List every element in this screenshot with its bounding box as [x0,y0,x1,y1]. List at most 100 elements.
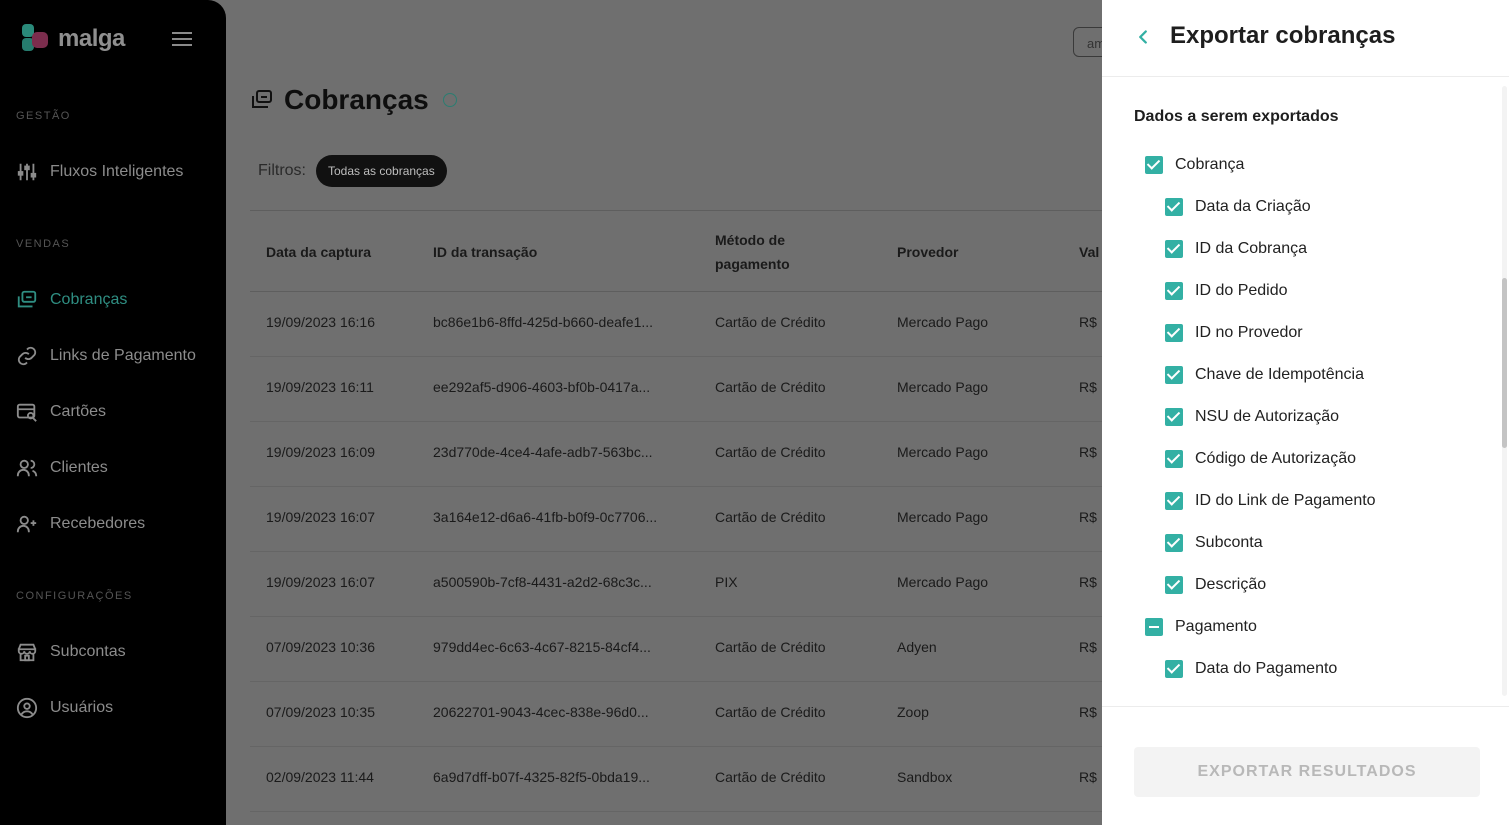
checkbox-field[interactable]: ID do Pedido [1165,282,1288,300]
table-row[interactable]: 19/09/2023 16:11 ee292af5-d906-4603-bf0b-… [250,357,1102,422]
table-row[interactable]: 07/09/2023 10:35 20622701-9043-4cec-838e-… [250,682,1102,747]
table-cell: 19/09/2023 16:07 [266,574,375,590]
sidebar-item-label: Recebedores [50,515,146,532]
table-cell: PIX [715,574,738,590]
users-icon [16,459,38,477]
logo-mark-icon [22,24,50,54]
checkbox-checked-icon[interactable] [1165,450,1183,468]
table-cell: bc86e1b6-8ffd-425d-b660-deafe1... [433,314,654,330]
sidebar-item-cartoes[interactable]: Cartões [16,397,216,427]
table-cell: 23d770de-4ce4-4afe-adb7-563bc... [433,444,653,460]
checkbox-indeterminate-icon[interactable] [1145,618,1163,636]
table-cell: 19/09/2023 16:16 [266,314,375,330]
checkbox-checked-icon[interactable] [1165,534,1183,552]
col-header-value[interactable]: Val [1079,240,1099,264]
table-cell: R$ [1079,639,1097,655]
table-cell: Cartão de Crédito [715,639,826,655]
table-cell: Mercado Pago [897,444,989,460]
table-cell: 19/09/2023 16:09 [266,444,375,460]
table-cell: Cartão de Crédito [715,314,826,330]
filter-pill-all[interactable]: Todas as cobranças [316,155,447,187]
table-cell: Mercado Pago [897,379,989,395]
checkbox-checked-icon[interactable] [1165,240,1183,258]
checkbox-field[interactable]: ID no Provedor [1165,324,1303,342]
checkbox-checked-icon[interactable] [1165,198,1183,216]
table-row[interactable]: 19/09/2023 16:07 a500590b-7cf8-4431-a2d2-… [250,552,1102,617]
checkbox-field[interactable]: Data do Pagamento [1165,660,1337,678]
checkbox-field[interactable]: Chave de Idempotência [1165,366,1364,384]
export-results-button[interactable]: EXPORTAR RESULTADOS [1134,747,1480,797]
checkbox-group-cobranca[interactable]: Cobrança [1145,156,1244,174]
sidebar-item-links[interactable]: Links de Pagamento [16,341,216,371]
filters-bar: Filtros: Todas as cobranças [258,155,447,187]
table-row[interactable]: 02/09/2023 11:44 6a9d7dff-b07f-4325-82f5-… [250,747,1102,812]
checkbox-label: Subconta [1195,534,1263,551]
table-cell: 02/09/2023 11:44 [266,769,374,785]
table-cell: Cartão de Crédito [715,444,826,460]
col-header-method[interactable]: Método de pagamento [715,228,825,276]
sidebar-item-recebedores[interactable]: Recebedores [16,509,216,539]
checkbox-checked-icon[interactable] [1165,660,1183,678]
sidebar-item-fluxos[interactable]: Fluxos Inteligentes [16,157,216,187]
sidebar: malga GESTÃO Fluxos Inteligentes VENDAS … [0,0,226,825]
scroll-thumb[interactable] [1502,278,1507,448]
logo[interactable]: malga [22,24,125,54]
checkbox-field[interactable]: NSU de Autorização [1165,408,1339,426]
drawer-body: Dados a serem exportados Cobrança Data da… [1102,78,1509,706]
table-row[interactable]: 19/09/2023 16:09 23d770de-4ce4-4afe-adb7-… [250,422,1102,487]
page-title-text: Cobranças [284,84,429,115]
sidebar-item-clientes[interactable]: Clientes [16,453,216,483]
col-header-provider[interactable]: Provedor [897,240,958,264]
checkbox-checked-icon[interactable] [1165,324,1183,342]
checkbox-checked-icon[interactable] [1165,492,1183,510]
table-row[interactable]: 07/09/2023 10:36 979dd4ec-6c63-4c67-8215-… [250,617,1102,682]
table-cell: 19/09/2023 16:11 [266,379,374,395]
table-cell: Sandbox [897,769,953,785]
table-cell: R$ [1079,444,1097,460]
page-title: Cobranças [250,84,457,116]
scrollbar[interactable] [1502,86,1507,696]
checkbox-checked-icon[interactable] [1165,576,1183,594]
checkbox-field[interactable]: ID da Cobrança [1165,240,1307,258]
checkbox-checked-icon[interactable] [1165,408,1183,426]
checkbox-label: ID no Provedor [1195,324,1303,341]
table-cell: a500590b-7cf8-4431-a2d2-68c3c... [433,574,652,590]
table-cell: Adyen [897,639,937,655]
checkbox-field[interactable]: Código de Autorização [1165,450,1356,468]
checkbox-label: Chave de Idempotência [1195,366,1364,383]
drawer-title: Exportar cobranças [1170,22,1396,49]
col-header-date[interactable]: Data da captura [266,240,371,264]
sidebar-item-usuarios[interactable]: Usuários [16,693,216,723]
charges-icon [17,290,37,308]
checkbox-label: ID da Cobrança [1195,240,1308,257]
checkbox-checked-icon[interactable] [1165,282,1183,300]
table-cell: Zoop [897,704,929,720]
table-cell: R$ [1079,509,1097,525]
checkbox-group-pagamento[interactable]: Pagamento [1145,618,1257,636]
checkbox-checked-icon[interactable] [1145,156,1163,174]
collapse-menu-icon[interactable] [172,32,192,48]
table-cell: Mercado Pago [897,314,989,330]
sidebar-item-label: Clientes [50,459,108,476]
checkbox-checked-icon[interactable] [1165,366,1183,384]
checkbox-field[interactable]: Subconta [1165,534,1263,552]
filters-label: Filtros: [258,162,306,179]
sidebar-item-cobrancas[interactable]: Cobranças [16,285,216,315]
checkbox-field[interactable]: Data da Criação [1165,198,1311,216]
table-row[interactable]: 19/09/2023 16:16 bc86e1b6-8ffd-425d-b660-… [250,292,1102,357]
info-icon[interactable] [442,93,457,107]
checkbox-label: ID do Link de Pagamento [1195,492,1376,509]
sidebar-item-label: Fluxos Inteligentes [50,163,184,180]
section-label-gestao: GESTÃO [16,110,71,122]
checkbox-field[interactable]: ID do Link de Pagamento [1165,492,1376,510]
checkbox-label: ID do Pedido [1195,282,1288,299]
checkbox-field[interactable]: Descrição [1165,576,1266,594]
table-cell: R$ [1079,704,1097,720]
checkbox-label: Data da Criação [1195,198,1311,215]
chevron-left-icon[interactable] [1132,26,1154,48]
user-plus-icon [16,515,37,533]
sidebar-item-subcontas[interactable]: Subcontas [16,637,216,667]
table-row[interactable]: 19/09/2023 16:07 3a164e12-d6a6-41fb-b0f9-… [250,487,1102,552]
col-header-id[interactable]: ID da transação [433,240,537,264]
logo-text: malga [58,25,125,52]
